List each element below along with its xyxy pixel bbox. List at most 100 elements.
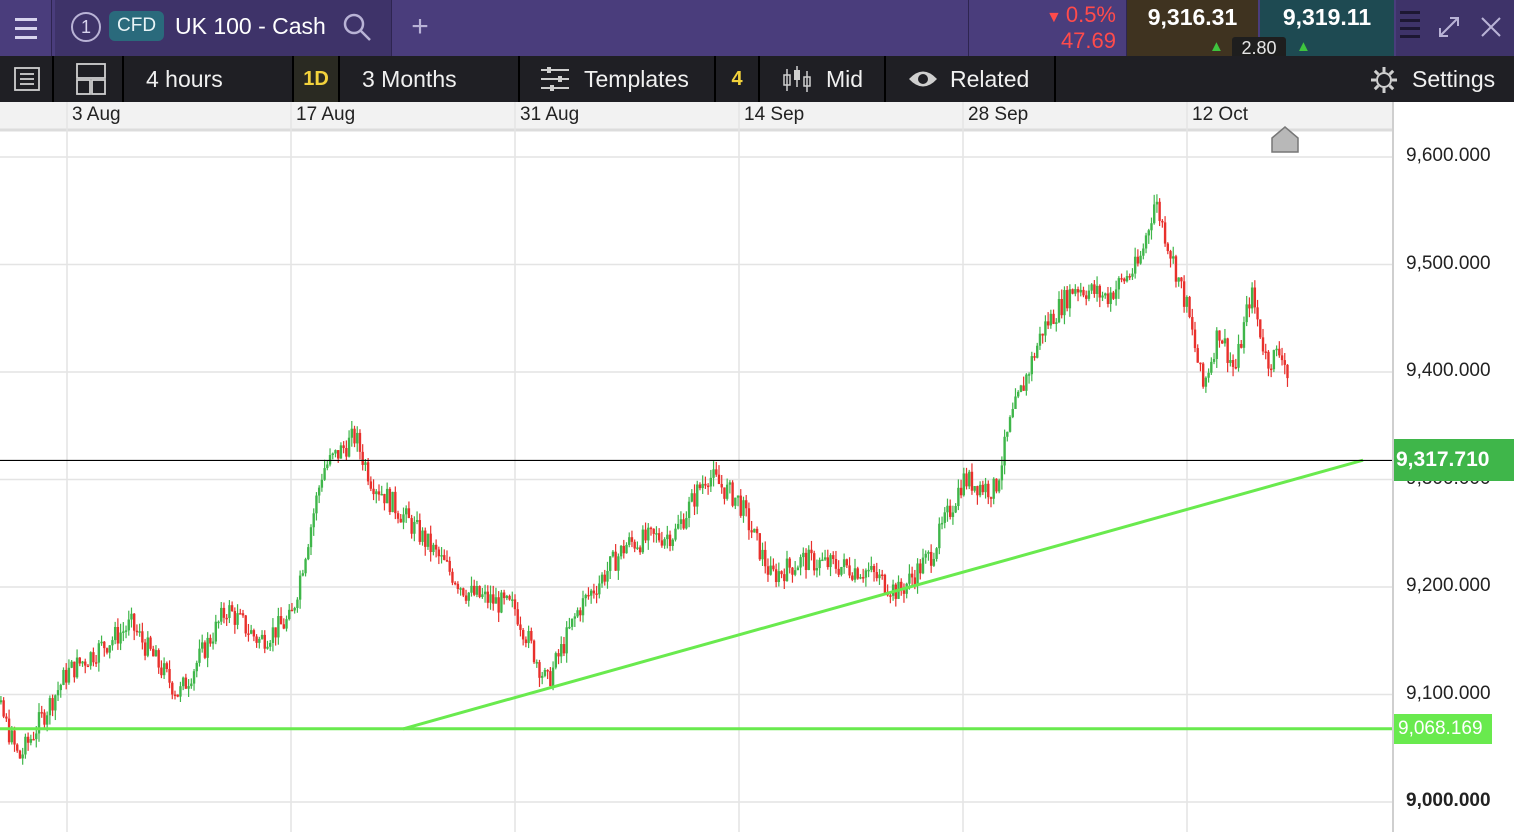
candle-up [111, 640, 114, 646]
candle-down [995, 478, 998, 492]
candle-up [1063, 290, 1066, 316]
expand-icon[interactable] [1436, 14, 1462, 40]
candle-down [1136, 256, 1140, 264]
candle-up [1147, 230, 1150, 236]
candle-down [86, 665, 90, 668]
add-tab-button[interactable]: + [400, 8, 440, 48]
candle-down [1196, 348, 1199, 363]
candle-down [32, 738, 35, 741]
candle-down [222, 607, 226, 618]
instrument-tab[interactable]: 1 CFD UK 100 - Cash [55, 0, 392, 56]
price-type-dropdown[interactable]: Mid [760, 56, 886, 102]
candle-up [1237, 343, 1240, 368]
candle-up [415, 520, 419, 522]
candle-down [549, 671, 552, 687]
candle-down [715, 469, 718, 475]
candle-up [742, 500, 745, 516]
candle-up [1150, 223, 1153, 231]
candle-up [1212, 358, 1216, 362]
list-button[interactable] [0, 56, 54, 102]
candle-down [424, 530, 427, 547]
candle-up [799, 557, 802, 568]
candle-up [356, 432, 359, 444]
candle-down [149, 637, 152, 649]
candle-up [334, 450, 337, 454]
trendline[interactable] [402, 458, 1364, 731]
horizontal-level-tag[interactable]: 9,068.169 [1394, 714, 1492, 744]
price-change: ▼ 0.5% 47.69 [968, 0, 1126, 56]
gear-icon [1371, 67, 1397, 93]
range-dropdown[interactable]: 3 Months [340, 56, 520, 102]
interval-dropdown[interactable]: 4 hours [124, 56, 294, 102]
candle-down [766, 566, 770, 575]
candle-up [475, 586, 479, 595]
candle-up [796, 567, 800, 571]
candle-up [402, 514, 405, 523]
candle-down [1033, 356, 1036, 358]
candle-down [845, 559, 849, 566]
x-tick-label: 3 Aug [72, 104, 121, 125]
candle-down [791, 567, 794, 575]
candle-up [924, 553, 927, 558]
candle-up [347, 437, 351, 457]
candle-up [75, 657, 79, 678]
candle-down [1269, 368, 1273, 371]
candle-up [323, 468, 326, 480]
candle-down [1128, 276, 1131, 278]
candle-down [1071, 289, 1074, 294]
top-bar: 1 CFD UK 100 - Cash + ▼ 0.5% 47.69 9,316.… [0, 0, 1514, 59]
candle-up [584, 594, 587, 599]
candle-down [848, 565, 851, 576]
candle-down [532, 640, 536, 663]
candle-down [407, 508, 411, 519]
candle-down [524, 639, 528, 644]
candle-down [1046, 321, 1050, 326]
candle-up [984, 483, 987, 493]
candle-up [1131, 273, 1134, 277]
candle-down [630, 537, 634, 542]
x-tick-label: 12 Oct [1192, 104, 1248, 125]
candle-down [1259, 319, 1262, 338]
candle-down [1041, 333, 1044, 336]
related-button[interactable]: Related [886, 56, 1056, 102]
candle-down [473, 585, 476, 595]
candle-up [494, 597, 498, 604]
menu-button[interactable] [0, 0, 52, 56]
close-icon[interactable] [1478, 14, 1504, 40]
candle-up [687, 501, 691, 518]
drag-handle-icon[interactable] [1400, 6, 1420, 50]
y-tick-label: 9,200.000 [1406, 575, 1491, 596]
layout-button[interactable] [54, 56, 124, 102]
candle-up [600, 574, 604, 584]
hamburger-icon [14, 15, 37, 42]
settings-button[interactable]: Settings [1360, 56, 1514, 102]
candle-up [1044, 321, 1047, 336]
candle-down [94, 662, 98, 664]
candle-up [1008, 417, 1012, 432]
candle-down [345, 448, 348, 457]
candle-up [951, 512, 955, 517]
candle-down [1234, 366, 1237, 369]
candle-down [152, 648, 155, 657]
interval-badge[interactable]: 1D [294, 56, 340, 102]
templates-count-badge[interactable]: 4 [716, 56, 760, 102]
candle-up [154, 650, 158, 657]
candle-down [1112, 292, 1115, 299]
candle-up [1117, 278, 1121, 290]
change-percent-value: 0.5% [1065, 2, 1116, 27]
chart-canvas[interactable] [0, 102, 1514, 832]
y-tick-label: 9,000.000 [1406, 790, 1491, 811]
candle-up [266, 646, 269, 649]
candle-down [43, 712, 46, 725]
candle-up [1215, 330, 1218, 359]
candle-down [263, 634, 266, 649]
price-chart[interactable]: 3 Aug 17 Aug 31 Aug 14 Sep 28 Sep 12 Oct 9,60… [0, 102, 1514, 832]
candle-up [581, 598, 585, 616]
candle-down [141, 631, 144, 643]
search-icon[interactable] [342, 12, 372, 42]
candle-up [818, 559, 821, 569]
candle-down [731, 482, 734, 506]
candle-up [696, 484, 699, 507]
candle-down [353, 428, 356, 444]
templates-button[interactable]: Templates [520, 56, 716, 102]
